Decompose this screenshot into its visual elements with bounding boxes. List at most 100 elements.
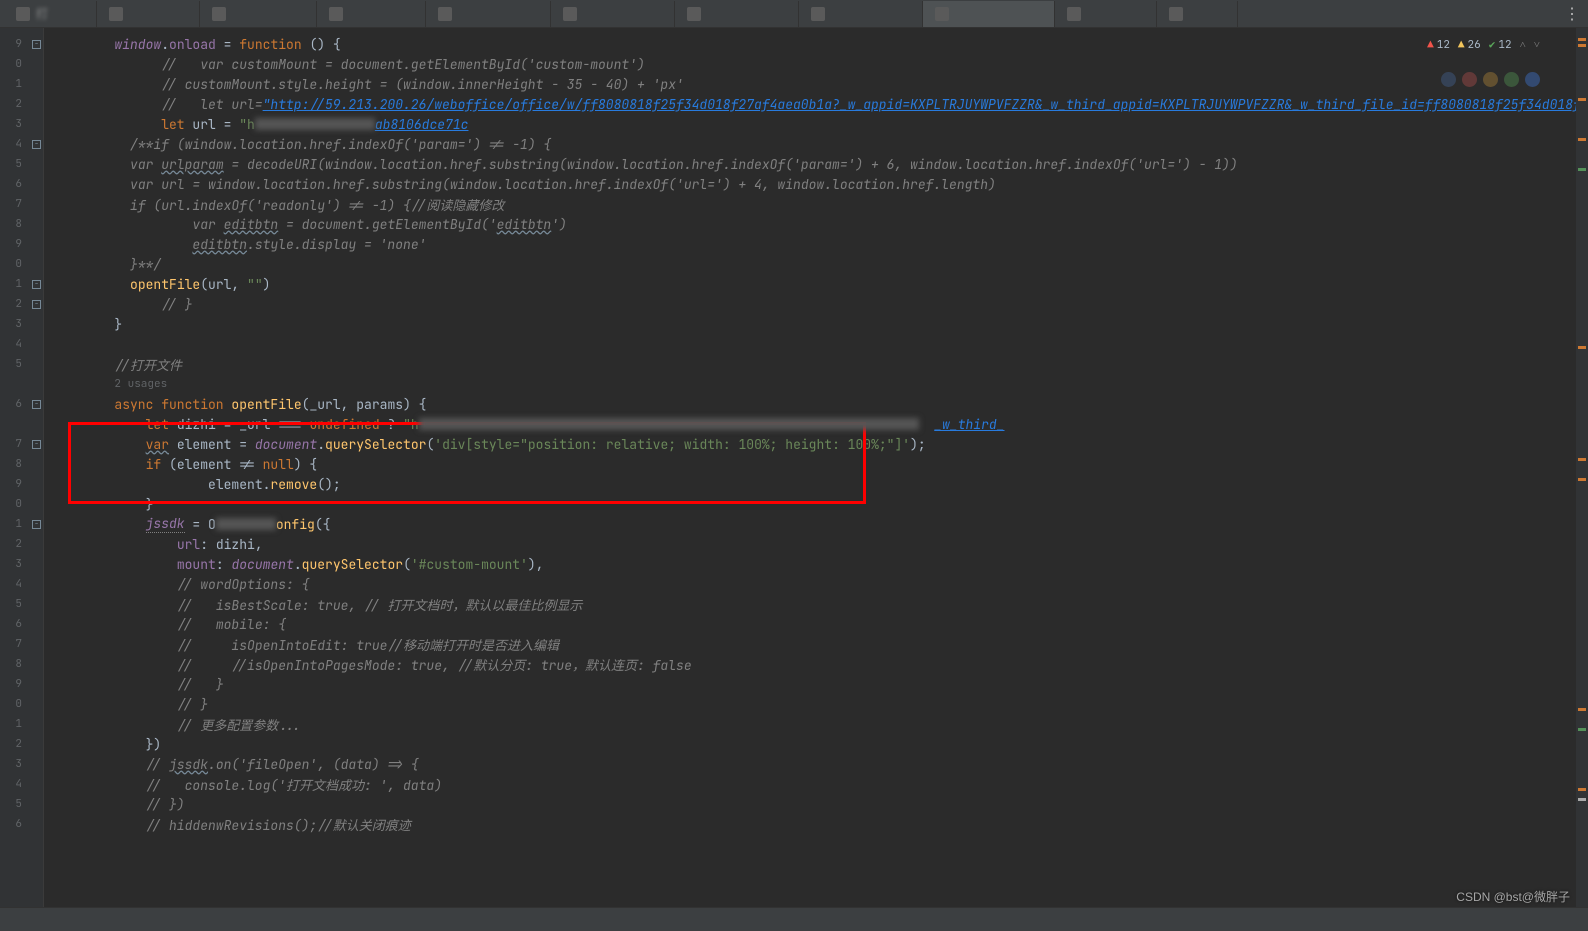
code-line[interactable]: // } xyxy=(52,294,1576,314)
code-line[interactable]: // mobile: { xyxy=(52,614,1576,634)
editor-tab[interactable] xyxy=(1055,1,1158,27)
editor-tab[interactable] xyxy=(426,1,550,27)
line-number-gutter[interactable]: 90123456789012345678901234567890123456 xyxy=(0,28,30,907)
code-line[interactable] xyxy=(52,334,1576,354)
code-line[interactable]: var urlparam = decodeURI(window.location… xyxy=(52,154,1576,174)
fold-toggle-icon[interactable]: - xyxy=(32,300,41,309)
code-line[interactable]: // } xyxy=(52,694,1576,714)
error-stripe-marker[interactable] xyxy=(1578,458,1586,461)
code-line[interactable]: // wordOptions: { xyxy=(52,574,1576,594)
code-line[interactable]: url: dizhi, xyxy=(52,534,1576,554)
line-number xyxy=(0,374,30,394)
code-line[interactable]: var element = document.querySelector('di… xyxy=(52,434,1576,454)
chevron-down-icon[interactable]: ˅ xyxy=(1534,38,1540,52)
code-line[interactable]: }) xyxy=(52,734,1576,754)
error-stripe-marker[interactable] xyxy=(1578,138,1586,141)
line-number: 6 xyxy=(0,394,30,414)
code-line[interactable]: editbtn.style.display = 'none' xyxy=(52,234,1576,254)
code-line[interactable]: if (url.indexOf('readonly') != -1) {//阅读… xyxy=(52,194,1576,214)
error-stripe-marker[interactable] xyxy=(1578,44,1586,47)
error-stripe-marker[interactable] xyxy=(1578,788,1586,791)
editor-tab[interactable] xyxy=(200,1,317,27)
error-stripe-marker[interactable] xyxy=(1578,168,1586,171)
browser-preview-icons[interactable] xyxy=(1441,72,1540,87)
code-line[interactable]: if (element != null) { xyxy=(52,454,1576,474)
error-stripe-marker[interactable] xyxy=(1578,708,1586,711)
editor-tab[interactable] xyxy=(675,1,799,27)
editor-tab[interactable]: 打 xyxy=(4,1,97,27)
error-icon: ▲ xyxy=(1427,38,1434,52)
line-number xyxy=(0,414,30,434)
status-bar xyxy=(0,907,1588,931)
code-line[interactable]: // let url="http://59.213.200.26/weboffi… xyxy=(52,94,1576,114)
code-line[interactable]: // isBestScale: true, // 打开文档时，默认以最佳比例显示 xyxy=(52,594,1576,614)
fold-toggle-icon[interactable]: - xyxy=(32,40,41,49)
error-stripe-marker[interactable] xyxy=(1578,38,1586,41)
error-stripe-marker[interactable] xyxy=(1578,346,1586,349)
fold-toggle-icon[interactable]: - xyxy=(32,280,41,289)
code-line[interactable]: var editbtn = document.getElementById('e… xyxy=(52,214,1576,234)
editor-tab[interactable] xyxy=(1157,1,1238,27)
error-count: 12 xyxy=(1437,38,1450,52)
fold-toggle-icon[interactable]: - xyxy=(32,520,41,529)
line-number: 2 xyxy=(0,534,30,554)
error-stripe-marker[interactable] xyxy=(1578,98,1586,101)
fold-toggle-icon[interactable]: - xyxy=(32,400,41,409)
fold-toggle-icon[interactable]: - xyxy=(32,440,41,449)
line-number: 6 xyxy=(0,814,30,834)
line-number: 4 xyxy=(0,334,30,354)
code-line[interactable]: async function opentFile(_url, params) { xyxy=(52,394,1576,414)
line-number: 9 xyxy=(0,34,30,54)
code-line[interactable]: jssdk = Oonfig({ xyxy=(52,514,1576,534)
code-area[interactable]: ▲12 ▲26 ✔12 ˄ ˅ window.onload = function… xyxy=(44,28,1576,907)
chevron-up-icon[interactable]: ˄ xyxy=(1520,38,1526,52)
line-number: 3 xyxy=(0,314,30,334)
line-number: 2 xyxy=(0,294,30,314)
error-stripe[interactable] xyxy=(1576,28,1588,907)
code-line[interactable]: // var customMount = document.getElement… xyxy=(52,54,1576,74)
code-line[interactable]: let dizhi = _url === undefined ? "h _w_t… xyxy=(52,414,1576,434)
editor-tab[interactable] xyxy=(97,1,200,27)
code-line[interactable]: } xyxy=(52,494,1576,514)
code-line[interactable]: window.onload = function () { xyxy=(52,34,1576,54)
line-number: 3 xyxy=(0,754,30,774)
fold-gutter[interactable]: - - - - - - - xyxy=(30,28,44,907)
code-line[interactable]: // //isOpenIntoPagesMode: true, //默认分页: … xyxy=(52,654,1576,674)
code-line[interactable]: 2 usages xyxy=(52,374,1576,394)
fold-toggle-icon[interactable]: - xyxy=(32,140,41,149)
code-line[interactable]: // 更多配置参数... xyxy=(52,714,1576,734)
tabs-menu-icon[interactable]: ⋮ xyxy=(1564,3,1580,24)
line-number: 8 xyxy=(0,454,30,474)
code-line[interactable]: var url = window.location.href.substring… xyxy=(52,174,1576,194)
code-line[interactable]: // jssdk.on('fileOpen', (data) => { xyxy=(52,754,1576,774)
editor-tab[interactable] xyxy=(317,1,427,27)
usages-hint[interactable]: 2 usages xyxy=(114,377,167,391)
code-line[interactable]: element.remove(); xyxy=(52,474,1576,494)
line-number: 7 xyxy=(0,634,30,654)
line-number: 3 xyxy=(0,554,30,574)
inspection-widget[interactable]: ▲12 ▲26 ✔12 ˄ ˅ xyxy=(1421,36,1546,54)
editor-tab[interactable] xyxy=(799,1,923,27)
line-number: 8 xyxy=(0,214,30,234)
code-line[interactable]: let url = "hab8106dce71c xyxy=(52,114,1576,134)
code-line[interactable]: // isOpenIntoEdit: true//移动端打开时是否进入编辑 xyxy=(52,634,1576,654)
editor-tab[interactable] xyxy=(551,1,675,27)
code-line[interactable]: } xyxy=(52,314,1576,334)
code-line[interactable]: mount: document.querySelector('#custom-m… xyxy=(52,554,1576,574)
code-line[interactable]: // } xyxy=(52,674,1576,694)
error-stripe-marker[interactable] xyxy=(1578,478,1586,481)
editor: 90123456789012345678901234567890123456 -… xyxy=(0,28,1588,907)
code-line[interactable]: // console.log('打开文档成功: ', data) xyxy=(52,774,1576,794)
error-stripe-marker[interactable] xyxy=(1578,728,1586,731)
code-line[interactable]: // }) xyxy=(52,794,1576,814)
code-line[interactable]: //打开文件 xyxy=(52,354,1576,374)
editor-tab-active[interactable] xyxy=(923,1,1054,27)
code-line[interactable]: opentFile(url, "") xyxy=(52,274,1576,294)
code-line[interactable]: }**/ xyxy=(52,254,1576,274)
warning-count: 26 xyxy=(1468,38,1481,52)
error-stripe-marker[interactable] xyxy=(1578,798,1586,801)
ok-icon: ✔ xyxy=(1489,38,1496,52)
code-line[interactable]: // customMount.style.height = (window.in… xyxy=(52,74,1576,94)
code-line[interactable]: // hiddenwRevisions();//默认关闭痕迹 xyxy=(52,814,1576,834)
code-line[interactable]: /**if (window.location.href.indexOf('par… xyxy=(52,134,1576,154)
